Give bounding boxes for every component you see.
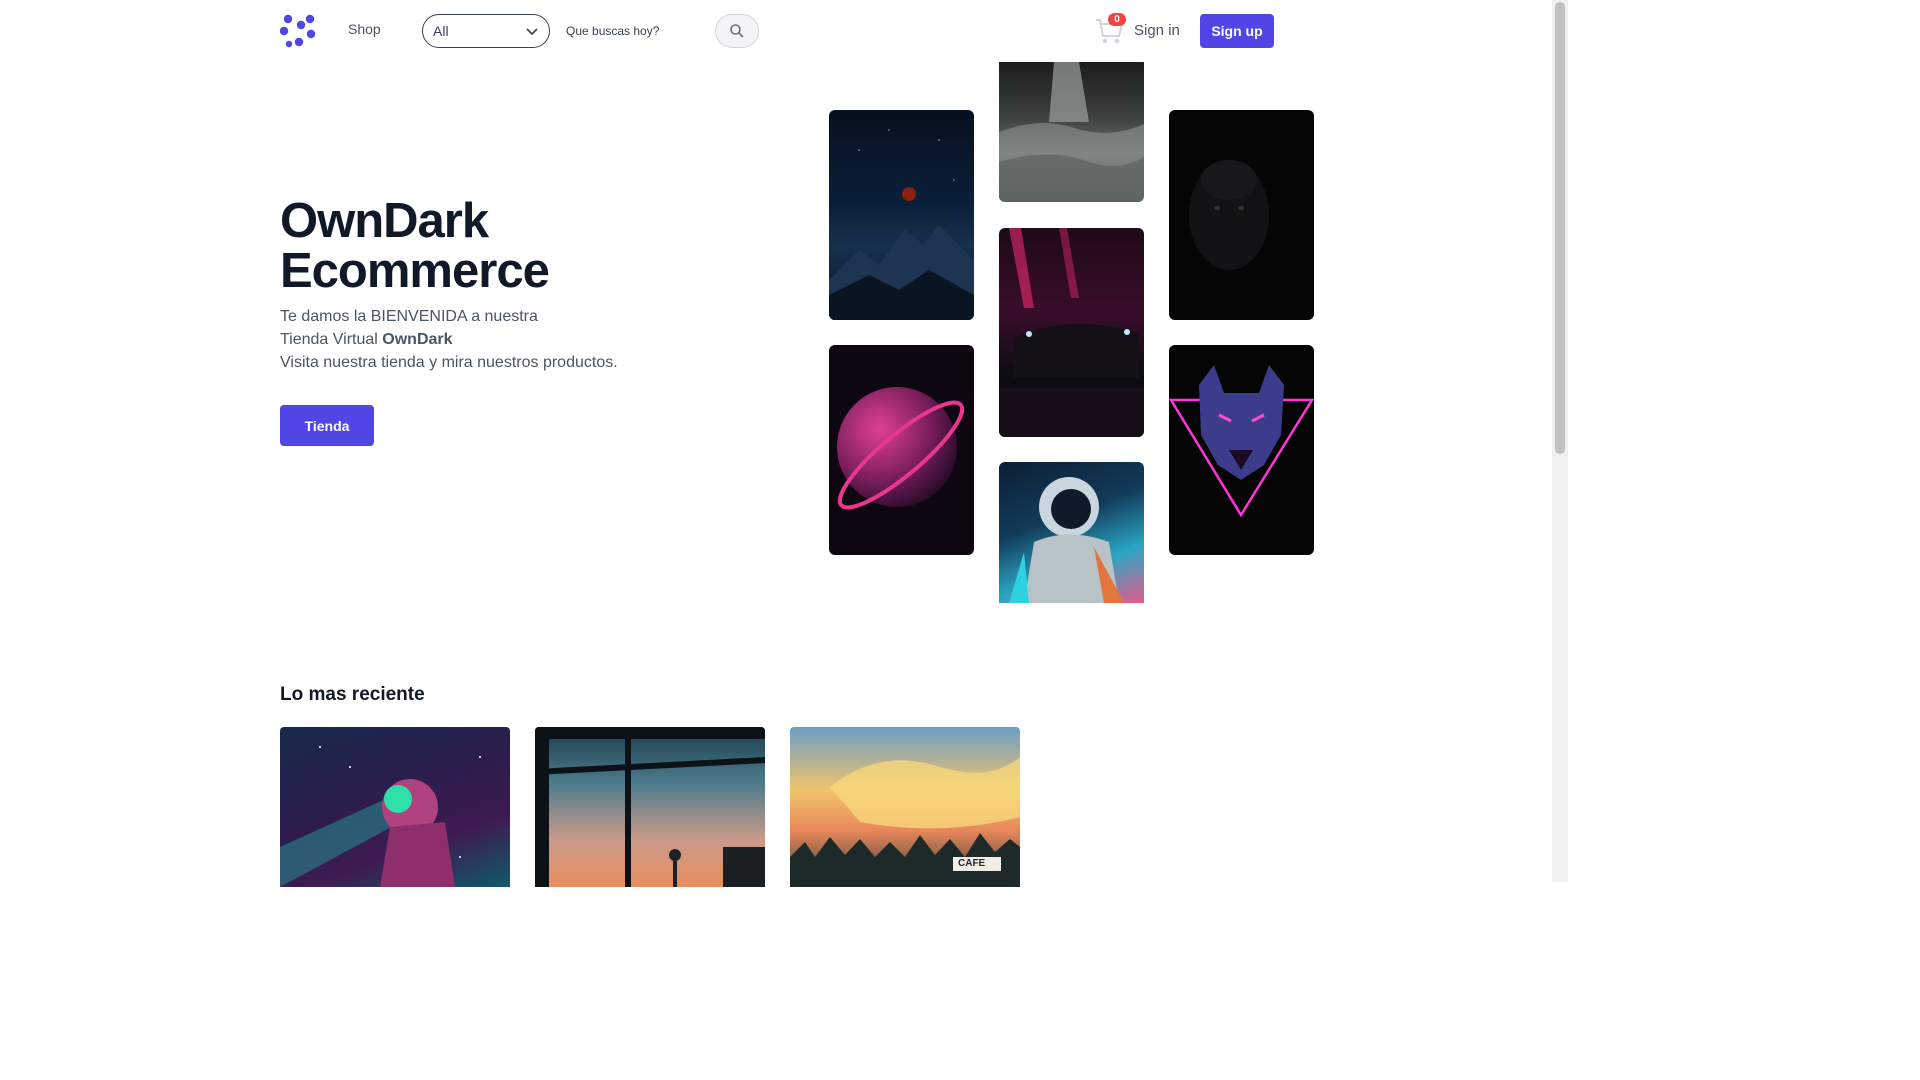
recent-product-card-astronaut[interactable]: [280, 727, 510, 887]
hero-image-neon-car: [999, 228, 1144, 437]
brand-logo-icon[interactable]: [280, 14, 316, 48]
search-icon: [730, 24, 744, 38]
cafe-sign-text: CAFE: [958, 858, 986, 869]
cart-count-badge: 0: [1108, 13, 1126, 26]
chevron-down-icon: [526, 28, 538, 36]
recent-section-title: Lo mas reciente: [280, 684, 425, 705]
tienda-button[interactable]: Tienda: [280, 405, 374, 446]
hero-title-line1: OwnDark: [280, 194, 489, 248]
top-navbar: Shop All 0 Sign in Sign up: [0, 0, 1552, 62]
signup-button[interactable]: Sign up: [1200, 14, 1274, 48]
hero-image-black-panther: [1169, 110, 1314, 320]
hero-title: OwnDark Ecommerce: [280, 196, 700, 296]
hero-image-neon-wolf: [1169, 345, 1314, 555]
signin-link[interactable]: Sign in: [1134, 22, 1180, 39]
search-input[interactable]: [566, 14, 706, 48]
scrollbar-thumb[interactable]: [1555, 2, 1565, 454]
nav-link-shop[interactable]: Shop: [348, 21, 381, 37]
hero-brand-name: OwnDark: [382, 331, 453, 348]
category-select[interactable]: All: [422, 14, 550, 48]
hero-image-pink-planet: [829, 345, 974, 555]
recent-product-card-sunset-window[interactable]: [535, 727, 765, 887]
hero-description: Te damos la BIENVENIDA a nuestra Tienda …: [280, 305, 700, 374]
hero-title-line2: Ecommerce: [280, 244, 550, 298]
hero-image-astronaut: [999, 462, 1144, 603]
search-button[interactable]: [715, 14, 759, 48]
hero-text-line2-prefix: Tienda Virtual: [280, 331, 383, 348]
category-select-value: All: [433, 23, 449, 39]
hero-image-red-moon-mountains: [829, 110, 974, 320]
recent-product-card-sky-cafe[interactable]: CAFE: [790, 727, 1020, 887]
hero-text-line1: Te damos la BIENVENIDA a nuestra: [280, 308, 538, 325]
hero-image-waterfall: [999, 62, 1144, 202]
page-scrollbar[interactable]: [1552, 0, 1568, 882]
hero-text-line3: Visita nuestra tienda y mira nuestros pr…: [280, 354, 618, 371]
